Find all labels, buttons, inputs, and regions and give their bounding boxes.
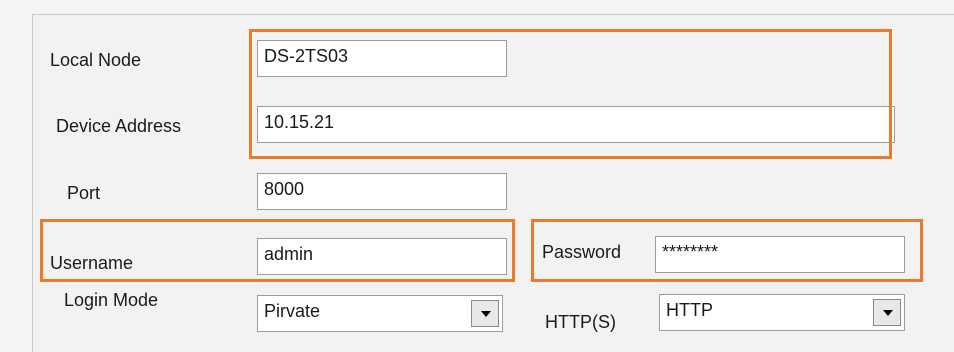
dropdown-arrow-icon[interactable] <box>873 299 901 326</box>
login-mode-value: Pirvate <box>264 301 321 321</box>
https-value: HTTP <box>666 300 713 320</box>
port-label: Port <box>67 183 101 203</box>
highlight-box-username <box>40 219 515 282</box>
login-mode-label: Login Mode <box>64 290 159 310</box>
local-node-label: Local Node <box>50 50 142 70</box>
port-input[interactable]: 8000 <box>257 173 507 210</box>
highlight-box-password <box>531 219 923 282</box>
https-label: HTTP(S) <box>545 312 616 332</box>
device-address-label: Device Address <box>56 116 182 136</box>
dropdown-arrow-icon[interactable] <box>471 300 499 327</box>
login-mode-select[interactable]: Pirvate <box>257 295 503 332</box>
highlight-box-node-address <box>249 29 892 159</box>
https-select[interactable]: HTTP <box>659 294 905 331</box>
